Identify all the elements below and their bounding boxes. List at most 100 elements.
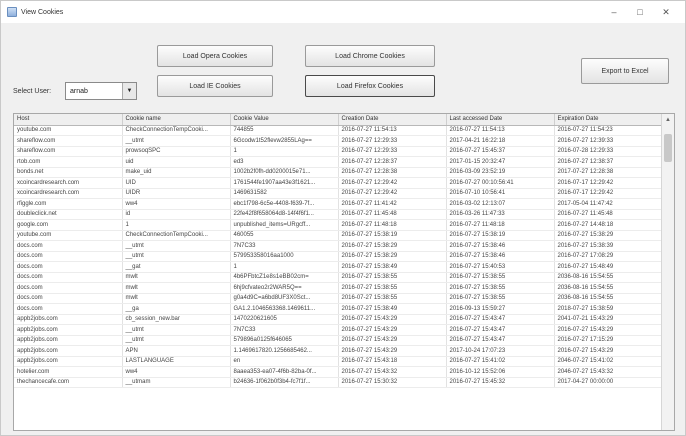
table-cell: UIDR: [122, 188, 231, 199]
window-controls: – □ ✕: [601, 1, 679, 23]
table-cell: 2016-07-27 15:38:55: [446, 282, 555, 294]
table-row[interactable]: docs.com mwlt g0a4d9C=a6bd8UF3X0Sct... 2016…: [14, 293, 663, 304]
table-cell: 2016-07-27 15:38:55: [338, 272, 447, 283]
close-icon[interactable]: ✕: [653, 1, 679, 23]
table-cell: 1761544fe1907aa43e3f1621...: [230, 177, 339, 189]
column-header[interactable]: Cookie name: [122, 114, 231, 126]
table-cell: 2016-07-27 15:38:29: [338, 240, 447, 252]
table-cell: 7N7C33: [230, 240, 339, 252]
table-body: youtube.com CheckConnectionTempCooki... 74…: [14, 125, 663, 388]
table-cell: docs.com: [14, 251, 123, 262]
table-cell: rtob.com: [14, 156, 123, 168]
user-select[interactable]: arnab ▼: [65, 82, 137, 100]
table-row[interactable]: doubleclick.net id 22fe42f8f658064d8-14f4f…: [14, 209, 663, 220]
table-row[interactable]: docs.com mwlt 6hj9cfvateo2r2WAR5Q== 2016-07…: [14, 282, 663, 294]
table-row[interactable]: thechancecafe.com __utmam b24636-1f062b0f3…: [14, 377, 663, 388]
table-cell: 2016-07-17 12:29:42: [554, 188, 663, 199]
table-row[interactable]: rtob.com uid ed3 2016-07-27 12:28:37 2017-01…: [14, 156, 663, 168]
table-row[interactable]: docs.com __utmt 7N7C33 2016-07-27 15:38:29 2…: [14, 240, 663, 252]
table-cell: shareflow.com: [14, 135, 123, 147]
table-cell: 2016-07-27 15:41:02: [446, 356, 555, 367]
table-cell: __utmt: [122, 324, 231, 336]
table-cell: 2016-07-27 12:39:33: [554, 135, 663, 147]
scrollbar-thumb[interactable]: [664, 134, 672, 162]
table-cell: mwlt: [122, 282, 231, 294]
load-opera-cookies-button[interactable]: Load Opera Cookies: [157, 45, 273, 67]
table-cell: 2016-07-27 17:15:29: [554, 335, 663, 346]
toolbar: Select User: arnab ▼ Load Opera Cookies …: [1, 23, 685, 113]
table-row[interactable]: bonds.net make_uid 1002b2f0fh-dd0200015e71…: [14, 167, 663, 178]
table-cell: 2016-07-27 15:38:55: [338, 282, 447, 294]
table-cell: 2016-07-27 12:38:37: [554, 156, 663, 168]
column-header[interactable]: Last accessed Date: [446, 114, 555, 126]
vertical-scrollbar[interactable]: ▲: [661, 114, 674, 430]
minimize-icon[interactable]: –: [601, 1, 627, 23]
table-cell: APN: [122, 345, 231, 357]
table-cell: 2016-07-27 15:43:29: [554, 345, 663, 357]
load-ie-cookies-button[interactable]: Load IE Cookies: [157, 75, 273, 97]
table-row[interactable]: rfiggle.com ww4 ebc1f798-6c5e-4408-f639-7f…: [14, 198, 663, 210]
column-header[interactable]: Expiration Date: [554, 114, 663, 126]
table-row[interactable]: docs.com mwlt 4b6PFbtcZ1e8s1eBB02cm= 2016-0…: [14, 272, 663, 283]
table-cell: 2016-07-27 15:38:19: [446, 230, 555, 241]
table-cell: appb2jobs.com: [14, 314, 123, 325]
table-cell: cb_session_new.bar: [122, 314, 231, 325]
load-firefox-cookies-button[interactable]: Load Firefox Cookies: [305, 75, 435, 97]
chevron-down-icon[interactable]: ▼: [122, 83, 136, 99]
table-cell: unpublished_items=URgcff...: [230, 219, 339, 231]
table-row[interactable]: xcoincardresearch.com UIDR 1469631582 2016-…: [14, 188, 663, 199]
table-cell: 2016-07-27 15:45:37: [446, 146, 555, 157]
table-cell: b24636-1f062b0f3b4-fc7f1f...: [230, 377, 339, 388]
table-cell: __utmt: [122, 251, 231, 262]
column-header[interactable]: Creation Date: [338, 114, 447, 126]
column-header[interactable]: Host: [14, 114, 123, 126]
table-row[interactable]: shareflow.com __utmt 6Gcodw1t52flevw2855LA…: [14, 135, 663, 147]
table-cell: 2016-07-27 11:41:42: [338, 198, 447, 210]
load-chrome-cookies-button[interactable]: Load Chrome Cookies: [305, 45, 435, 67]
table-row[interactable]: shareflow.com prowsoqSPC 1 2016-07-27 12:29…: [14, 146, 663, 157]
table-row[interactable]: appb2jobs.com __utmt 579896a0125f646065 201…: [14, 335, 663, 346]
table-cell: id: [122, 209, 231, 220]
table-cell: g0a4d9C=a6bd8UF3X0Sct...: [230, 293, 339, 304]
table-cell: 2016-07-27 15:38:19: [338, 230, 447, 241]
table-cell: youtube.com: [14, 125, 123, 136]
table-header-row: Host Cookie name Cookie Value Creation Date…: [14, 114, 663, 126]
table-row[interactable]: appb2jobs.com LASTLANGUAGE en 2016-07-27 15…: [14, 356, 663, 367]
table-cell: 1002b2f0fh-dd0200015e71...: [230, 167, 339, 178]
table-cell: 2017-04-27 00:00:00: [554, 377, 663, 388]
table-cell: 2016-09-13 15:59:27: [446, 303, 555, 315]
table-row[interactable]: docs.com __utmt 579953358016aa1000 2016-07-…: [14, 251, 663, 262]
maximize-icon[interactable]: □: [627, 1, 653, 23]
table-row[interactable]: appb2jobs.com APN 1.1469617820.1256685462.…: [14, 345, 663, 357]
table-row[interactable]: youtube.com CheckConnectionTempCooki... 74…: [14, 125, 663, 136]
table-cell: 2016-03-26 11:47:33: [446, 209, 555, 220]
table-cell: 2016-07-27 17:08:29: [554, 251, 663, 262]
table-cell: 2016-07-27 15:43:29: [554, 324, 663, 336]
table-row[interactable]: xcoincardresearch.com UID 1761544fe1907aa4…: [14, 177, 663, 189]
table-cell: hotelier.com: [14, 366, 123, 378]
table-row[interactable]: google.com 1 unpublished_items=URgcff... 20…: [14, 219, 663, 231]
table-cell: 2016-07-27 15:43:18: [338, 356, 447, 367]
table-cell: mwlt: [122, 272, 231, 283]
table-cell: 1.1469617820.1256685462...: [230, 345, 339, 357]
table-cell: google.com: [14, 219, 123, 231]
table-row[interactable]: docs.com __ga GA1.2.1046563368.1469611... 2…: [14, 303, 663, 315]
window-title: View Cookies: [21, 8, 64, 16]
table-cell: 2016-07-27 11:54:13: [338, 125, 447, 136]
table-row[interactable]: docs.com __gat 1 2016-07-27 15:38:49 2016-07…: [14, 261, 663, 273]
table-row[interactable]: youtube.com CheckConnectionTempCooki... 46…: [14, 230, 663, 241]
scroll-up-icon[interactable]: ▲: [662, 114, 674, 126]
table-cell: 2016-07-27 11:45:48: [554, 209, 663, 220]
table-cell: 2016-03-09 23:52:19: [446, 167, 555, 178]
table-cell: shareflow.com: [14, 146, 123, 157]
table-cell: 2016-07-27 15:38:39: [554, 240, 663, 252]
table-row[interactable]: hotelier.com ww4 8aaea353-ea07-4f6b-82ba-0…: [14, 366, 663, 378]
table-cell: 2016-07-27 12:29:33: [338, 146, 447, 157]
table-row[interactable]: appb2jobs.com __utmt 7N7C33 2016-07-27 15:4…: [14, 324, 663, 336]
export-to-excel-button[interactable]: Export to Excel: [581, 58, 669, 84]
table-cell: UID: [122, 177, 231, 189]
cookies-table-container: Host Cookie name Cookie Value Creation Date…: [13, 113, 675, 431]
column-header[interactable]: Cookie Value: [230, 114, 339, 126]
table-cell: xcoincardresearch.com: [14, 188, 123, 199]
table-row[interactable]: appb2jobs.com cb_session_new.bar 147022062…: [14, 314, 663, 325]
